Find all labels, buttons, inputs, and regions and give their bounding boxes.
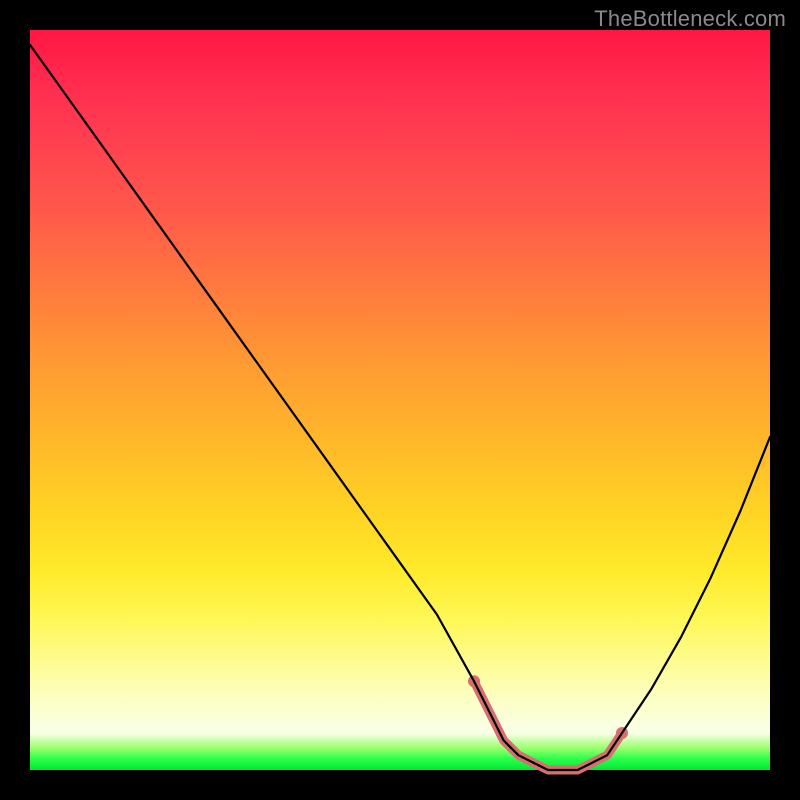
- curve-layer: [30, 30, 770, 770]
- plot-area: [30, 30, 770, 770]
- bottleneck-curve: [30, 45, 770, 770]
- watermark-text: TheBottleneck.com: [594, 6, 786, 32]
- chart-frame: TheBottleneck.com: [0, 0, 800, 800]
